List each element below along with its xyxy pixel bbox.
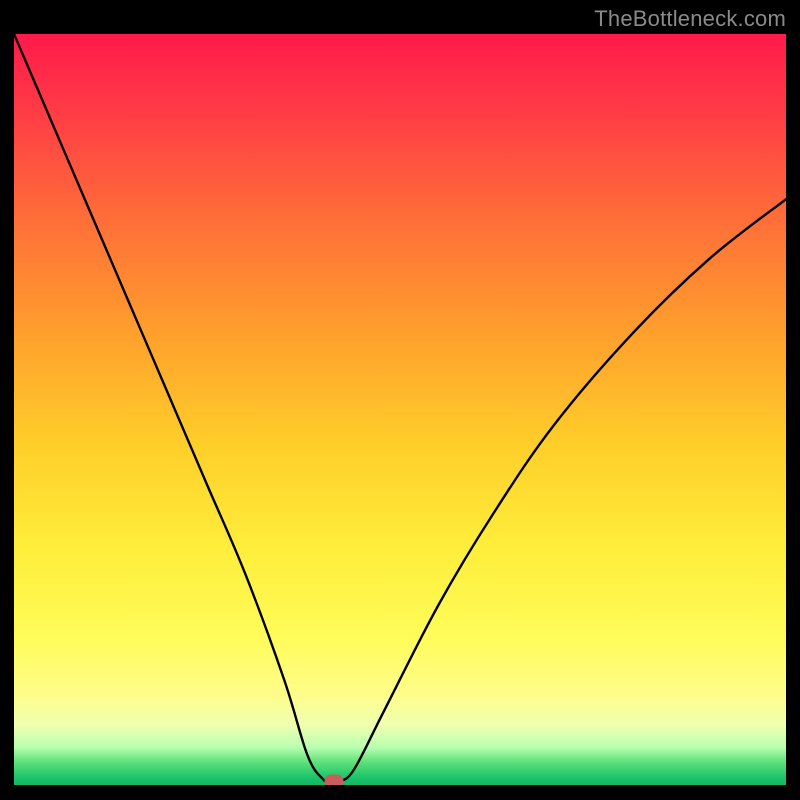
bottleneck-curve <box>14 34 786 785</box>
optimal-point-marker <box>325 775 344 785</box>
watermark-text: TheBottleneck.com <box>594 6 786 32</box>
chart-frame <box>14 34 786 785</box>
